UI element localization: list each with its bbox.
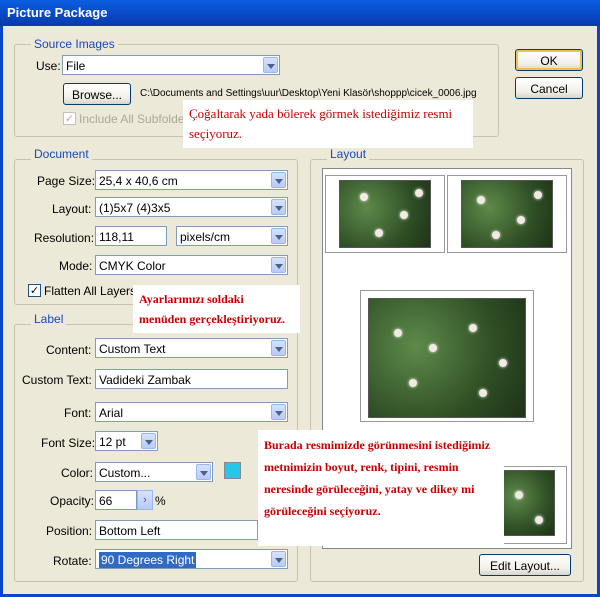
cancel-button[interactable]: Cancel xyxy=(515,77,583,99)
opacity-label: Opacity: xyxy=(50,494,95,508)
ok-button[interactable]: OK xyxy=(515,49,583,71)
mode-value: CMYK Color xyxy=(99,259,166,273)
flatten-layers-checkbox[interactable]: ✓ xyxy=(28,284,41,297)
opacity-slider-arrow-icon[interactable]: › xyxy=(137,490,153,510)
font-value: Arial xyxy=(99,406,124,420)
mode-dropdown[interactable]: CMYK Color xyxy=(95,255,288,275)
chevron-down-icon xyxy=(196,464,211,480)
font-size-dropdown[interactable]: 12 pt xyxy=(95,431,158,451)
chevron-down-icon xyxy=(271,228,286,244)
document-legend: Document xyxy=(31,147,92,161)
chevron-down-icon xyxy=(263,57,278,73)
layout-dropdown[interactable]: (1)5x7 (4)3x5 xyxy=(95,197,288,217)
resolution-unit-dropdown[interactable]: pixels/cm xyxy=(176,226,288,246)
edit-layout-button[interactable]: Edit Layout... xyxy=(479,554,571,576)
rotate-value: 90 Degrees Right xyxy=(99,552,197,568)
browse-button[interactable]: Browse... xyxy=(63,83,131,105)
color-value: Custom... xyxy=(99,466,151,480)
position-label: Position: xyxy=(46,524,93,538)
source-images-legend: Source Images xyxy=(31,37,118,51)
chevron-down-icon xyxy=(141,433,156,449)
flatten-layers-label: Flatten All Layers xyxy=(44,284,137,298)
page-size-value: 25,4 x 40,6 cm xyxy=(99,174,178,188)
color-dropdown[interactable]: Custom... xyxy=(95,462,213,482)
rotate-dropdown[interactable]: 90 Degrees Right xyxy=(95,549,288,569)
mode-label: Mode: xyxy=(59,259,93,273)
window-title: Picture Package xyxy=(0,0,600,26)
custom-text-label: Custom Text: xyxy=(22,373,92,387)
position-dropdown[interactable]: Bottom Left xyxy=(95,520,258,540)
page-size-dropdown[interactable]: 25,4 x 40,6 cm xyxy=(95,170,288,190)
rotate-label: Rotate: xyxy=(53,554,92,568)
content-label: Content: xyxy=(46,343,92,357)
annotation-note-settings: Ayarlarımızı soldaki menüden gerçekleşti… xyxy=(133,285,300,333)
include-subfolders-label: Include All Subfolders xyxy=(79,112,195,126)
color-label: Color: xyxy=(61,466,94,480)
label-group xyxy=(14,324,298,582)
annotation-note-source: Çoğaltarak yada bölerek görmek istediğim… xyxy=(183,100,473,148)
font-size-label: Font Size: xyxy=(41,436,96,450)
include-subfolders-checkbox[interactable]: ✓ xyxy=(63,112,76,125)
annotation-note-label: Burada resmimizde görünmesini istediğimi… xyxy=(258,430,504,546)
preview-photo xyxy=(461,180,553,248)
preview-photo xyxy=(368,298,526,418)
source-file-path: C:\Documents and Settings\uur\Desktop\Ye… xyxy=(140,88,477,99)
opacity-input[interactable]: 66 xyxy=(95,490,137,510)
chevron-down-icon xyxy=(271,340,286,356)
chevron-down-icon xyxy=(271,551,286,567)
use-label: Use: xyxy=(36,59,61,73)
resolution-input[interactable]: 118,11 xyxy=(95,226,167,246)
chevron-down-icon xyxy=(271,404,286,420)
content-value: Custom Text xyxy=(99,342,166,356)
chevron-down-icon xyxy=(271,172,286,188)
use-dropdown[interactable]: File xyxy=(62,55,280,75)
layout-label: Layout: xyxy=(52,202,92,216)
resolution-label: Resolution: xyxy=(34,231,95,245)
use-value: File xyxy=(66,59,86,73)
chevron-down-icon xyxy=(271,199,286,215)
resolution-unit-value: pixels/cm xyxy=(180,230,231,244)
content-dropdown[interactable]: Custom Text xyxy=(95,338,288,358)
opacity-unit: % xyxy=(155,494,166,508)
color-swatch[interactable] xyxy=(224,462,241,479)
position-value: Bottom Left xyxy=(99,524,161,538)
font-dropdown[interactable]: Arial xyxy=(95,402,288,422)
layout-value: (1)5x7 (4)3x5 xyxy=(99,201,171,215)
font-size-value: 12 pt xyxy=(99,435,126,449)
preview-photo xyxy=(339,180,431,248)
layout-legend: Layout xyxy=(327,147,370,161)
label-legend: Label xyxy=(31,312,67,326)
preview-photo xyxy=(499,470,555,536)
font-label: Font: xyxy=(64,406,92,420)
page-size-label: Page Size: xyxy=(37,174,96,188)
chevron-down-icon xyxy=(271,257,286,273)
custom-text-input[interactable]: Vadideki Zambak xyxy=(95,369,288,389)
